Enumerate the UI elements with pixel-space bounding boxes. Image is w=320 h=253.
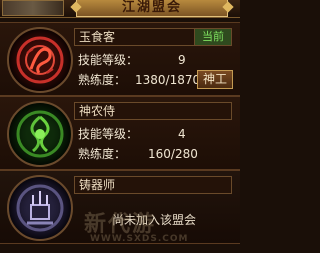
proficiency-value: 1380/1870 xyxy=(135,73,201,87)
guild-name: 铸器师 xyxy=(79,178,116,192)
proficiency-label: 熟练度： xyxy=(78,73,127,87)
window-title: 江湖盟会 xyxy=(76,0,228,17)
skill-level-label: 技能等级： xyxy=(78,53,139,67)
not-joined-status: 尚未加入该盟会 xyxy=(112,213,197,227)
current-badge: 当前 xyxy=(194,29,231,45)
skill-level-row: 技能等级： 9 xyxy=(78,53,186,67)
guild-name-box: 神农侍 xyxy=(74,102,232,120)
cook-guild-emblem-icon xyxy=(7,27,73,93)
proficiency-value: 160/280 xyxy=(148,147,198,161)
herbalist-guild-emblem-icon xyxy=(7,101,73,167)
shengong-button[interactable]: 神工 xyxy=(197,70,233,89)
guild-name-box: 玉食客 当前 xyxy=(74,28,232,46)
skill-level-value: 9 xyxy=(178,53,186,67)
proficiency-row: 熟练度： 1380/1870 xyxy=(78,73,200,87)
proficiency-label: 熟练度： xyxy=(78,147,127,161)
proficiency-row: 熟练度： 160/280 xyxy=(78,147,198,161)
guild-card-shennongshi[interactable]: 神农侍 技能等级： 4 熟练度： 160/280 xyxy=(0,96,240,170)
guild-name: 玉食客 xyxy=(79,30,116,44)
guild-name-box: 铸器师 xyxy=(74,176,232,194)
top-bar: 江湖盟会 xyxy=(0,0,240,18)
guild-name: 神农侍 xyxy=(79,104,116,118)
skill-level-value: 4 xyxy=(178,127,186,141)
skill-level-row: 技能等级： 4 xyxy=(78,127,186,141)
guild-card-zhuqishi[interactable]: 铸器师 尚未加入该盟会 xyxy=(0,170,240,244)
character-portrait-strip xyxy=(2,0,64,16)
guild-card-yushike[interactable]: 玉食客 当前 技能等级： 9 熟练度： 1380/1870 神工 xyxy=(0,22,240,96)
smith-guild-emblem-icon xyxy=(7,175,73,241)
skill-level-label: 技能等级： xyxy=(78,127,139,141)
